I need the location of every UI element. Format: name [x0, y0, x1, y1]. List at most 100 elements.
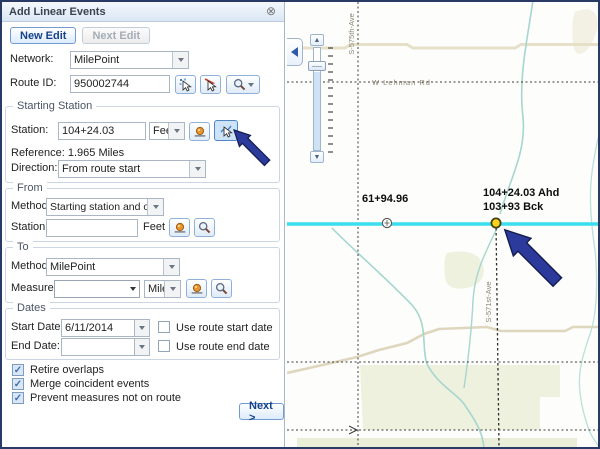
annotation-station-ahead: 104+24.03 Ahd [483, 187, 559, 199]
collapse-panel-button[interactable] [287, 38, 303, 66]
to-method-combobox[interactable]: MilePoint [46, 258, 180, 276]
stream-north [500, 2, 533, 214]
prevent-measures-checkbox[interactable]: ✓ [12, 392, 24, 404]
to-search-button[interactable] [211, 279, 232, 298]
route-search-split-button[interactable] [226, 75, 260, 94]
zoom-in-button[interactable]: ▲ [310, 34, 324, 46]
use-route-start-date-checkbox[interactable] [158, 321, 170, 333]
station-locate-button[interactable] [189, 122, 210, 141]
station-units-combobox[interactable]: Feet [149, 122, 185, 140]
use-route-end-date-checkbox[interactable] [158, 340, 170, 352]
chevron-down-icon[interactable] [168, 123, 184, 139]
start-date-input[interactable] [61, 319, 135, 337]
to-legend: To [13, 241, 33, 253]
panel-title: Add Linear Events [2, 6, 106, 18]
field-polygon [360, 365, 560, 430]
to-group: To Method: MilePoint Measure: Miles [5, 247, 280, 303]
chevron-down-icon [135, 339, 149, 355]
reference-point-marker [382, 218, 391, 227]
to-locate-button[interactable] [186, 279, 207, 298]
network-combobox[interactable]: MilePoint [70, 51, 189, 69]
measure-combobox[interactable] [54, 280, 140, 298]
add-linear-events-panel: Add Linear Events ⊗ New Edit Next Edit N… [2, 2, 285, 447]
zoom-out-button[interactable]: ▼ [310, 151, 324, 163]
to-method-label: Method: [11, 260, 51, 272]
cursor-pick-station-icon [219, 123, 234, 138]
route-id-label: Route ID: [10, 77, 56, 89]
chevron-down-icon[interactable] [164, 281, 180, 297]
chevron-down-icon [135, 320, 149, 336]
measure-value [55, 281, 130, 297]
select-route-on-map-button[interactable] [175, 75, 196, 94]
start-date-dropdown-button[interactable] [134, 319, 150, 337]
field-strip [297, 438, 577, 447]
from-station-label: Station: [11, 221, 48, 233]
end-date-input[interactable] [61, 338, 135, 356]
zoom-slider-thumb[interactable] [308, 61, 326, 71]
direction-combobox[interactable]: From route start [58, 160, 206, 178]
direction-label: Direction: [11, 162, 57, 174]
zoom-slider-ticks [328, 48, 333, 152]
from-method-value: Starting station and offset [47, 199, 147, 215]
map-canvas[interactable]: W Lehman Rd S-575th-Ave S-571st-Ave 61+9… [287, 2, 600, 447]
from-station-input[interactable] [46, 219, 138, 237]
merge-coincident-events-checkbox[interactable]: ✓ [12, 378, 24, 390]
map-graphics: W Lehman Rd S-575th-Ave S-571st-Ave 61+9… [287, 2, 600, 447]
road-label-575th: S-575th-Ave [347, 13, 356, 55]
start-date-label: Start Date: [11, 321, 64, 333]
field-blob [444, 252, 483, 289]
starting-station-group: Starting Station Station: Feet [5, 106, 280, 183]
retire-overlaps-label: Retire overlaps [30, 364, 104, 376]
pick-station-on-map-button[interactable] [214, 120, 238, 141]
prevent-measures-label: Prevent measures not on route [30, 392, 181, 404]
to-method-value: MilePoint [47, 259, 163, 275]
measure-units-combobox[interactable]: Miles [144, 280, 181, 298]
end-date-label: End Date: [11, 340, 60, 352]
magnifier-icon [233, 78, 246, 91]
next-button[interactable]: Next > [239, 403, 284, 420]
measure-label: Measure: [11, 282, 57, 294]
from-legend: From [13, 182, 47, 194]
use-route-start-date-label: Use route start date [176, 322, 273, 334]
chevron-down-icon[interactable] [163, 259, 179, 275]
road-label-lehman: W Lehman Rd [372, 78, 431, 87]
field-blob-2 [572, 9, 597, 54]
road-top [287, 45, 600, 49]
route-id-input[interactable] [70, 75, 170, 93]
new-edit-button[interactable]: New Edit [10, 27, 76, 44]
station-input[interactable] [58, 122, 146, 140]
dates-group: Dates Start Date: Use route start date E… [5, 308, 280, 360]
locate-icon [173, 221, 187, 235]
road-label-571st: S-571st-Ave [484, 281, 493, 322]
triangle-up-icon: ▲ [314, 37, 321, 44]
cursor-select-icon [179, 78, 193, 92]
merge-coincident-events-label: Merge coincident events [30, 378, 149, 390]
from-locate-button[interactable] [169, 218, 190, 237]
network-label: Network: [10, 53, 53, 65]
chevron-down-icon[interactable] [147, 199, 163, 215]
chevron-down-icon[interactable] [172, 52, 188, 68]
from-method-combobox[interactable]: Starting station and offset [46, 198, 164, 216]
magnifier-icon [198, 221, 211, 234]
from-search-button[interactable] [194, 218, 215, 237]
network-value: MilePoint [71, 52, 172, 68]
next-edit-button[interactable]: Next Edit [82, 27, 150, 44]
locate-icon [193, 125, 207, 139]
measure-units-value: Miles [145, 281, 164, 297]
retire-overlaps-checkbox[interactable]: ✓ [12, 364, 24, 376]
station-point-marker[interactable] [491, 218, 500, 227]
dates-legend: Dates [13, 302, 50, 314]
from-group: From Method: Starting station and offset… [5, 188, 280, 242]
direction-value: From route start [59, 161, 189, 177]
close-icon[interactable]: ⊗ [266, 5, 276, 17]
chevron-down-icon[interactable] [130, 281, 139, 297]
annotation-arrow-map [505, 230, 562, 287]
chevron-down-icon[interactable] [189, 161, 205, 177]
station-units-value: Feet [150, 123, 168, 139]
use-route-end-date-label: Use route end date [176, 341, 270, 353]
annotation-station-left: 61+94.96 [362, 193, 408, 205]
cursor-clear-icon [204, 78, 218, 92]
clear-route-selection-button[interactable] [200, 75, 221, 94]
end-date-dropdown-button[interactable] [134, 338, 150, 356]
chevron-left-icon [291, 47, 298, 57]
